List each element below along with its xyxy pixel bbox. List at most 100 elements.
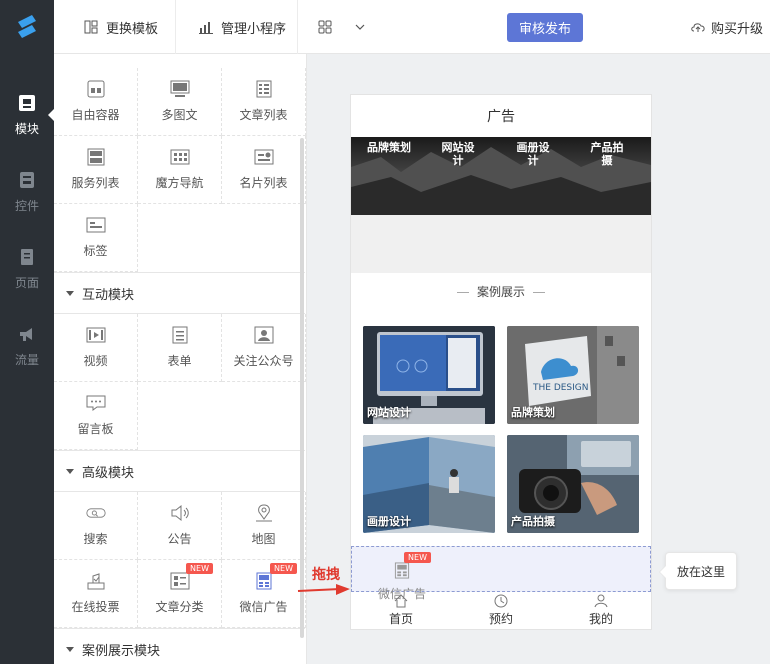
module-article-category[interactable]: NEW 文章分类 [138, 560, 222, 628]
app-logo-icon [18, 15, 36, 38]
tab-home[interactable]: 首页 [351, 592, 451, 629]
drag-hint-label: 拖拽 [312, 567, 340, 583]
module-label: 关注公众号 [233, 354, 294, 368]
new-badge: NEW [404, 552, 431, 563]
home-icon [394, 594, 408, 608]
rail-item-page[interactable]: 页面 [0, 234, 54, 304]
panel-scrollbar[interactable] [300, 138, 304, 638]
phone-title: 广告 [487, 109, 515, 125]
change-template-button[interactable]: 更换模板 [84, 0, 158, 54]
module-label: 文章列表 [239, 108, 288, 122]
module-label: 留言板 [77, 422, 114, 436]
rail-label: 控件 [14, 198, 39, 213]
top-toolbar: 更换模板 管理小程序 审核发布 购买升级 [54, 0, 770, 54]
case-caption: 网站设计 [367, 406, 411, 419]
card-list-icon [254, 149, 273, 165]
phone-tabbar: 首页 预约 我的 [351, 592, 651, 629]
rail-label: 页面 [14, 275, 39, 290]
module-online-vote[interactable]: 在线投票 [54, 560, 138, 628]
manage-miniprogram-label: 管理小程序 [221, 21, 287, 37]
module-icon [19, 94, 35, 111]
wechat-ad-icon [394, 562, 410, 579]
tooltip-text: 放在这里 [676, 564, 725, 579]
module-label: 自由容器 [71, 108, 120, 122]
module-map[interactable]: 地图 [222, 492, 306, 560]
section-advanced-header[interactable]: 高级模块 [54, 450, 305, 492]
banner-tab-text: 产品拍摄 [590, 141, 624, 167]
module-label: 表单 [167, 354, 192, 368]
module-row: 服务列表 魔方导航 名片列表 [54, 136, 306, 204]
module-free-container[interactable]: 自由容器 [54, 68, 138, 136]
module-card-list[interactable]: 名片列表 [222, 136, 306, 204]
toolbar-divider [175, 0, 176, 54]
module-row: 标签 [54, 204, 305, 272]
section-title: 互动模块 [82, 287, 135, 303]
banner-tab[interactable]: 网站设计 [428, 141, 488, 167]
form-icon [172, 326, 187, 344]
module-label: 标签 [83, 244, 108, 258]
article-category-icon [170, 572, 189, 590]
grid-nav-icon [170, 149, 189, 165]
empty-area [351, 215, 651, 273]
manage-miniprogram-button[interactable]: 管理小程序 [199, 0, 286, 54]
module-wechat-ad[interactable]: NEW 微信广告 [222, 560, 306, 628]
module-form[interactable]: 表单 [138, 314, 222, 382]
module-announcement[interactable]: 公告 [138, 492, 222, 560]
apps-grid-icon [318, 20, 332, 34]
upgrade-button[interactable]: 购买升级 [690, 0, 763, 54]
module-grid-nav[interactable]: 魔方导航 [138, 136, 222, 204]
module-article-list[interactable]: 文章列表 [222, 68, 306, 136]
new-badge: NEW [186, 563, 213, 574]
rail-item-traffic[interactable]: 流量 [0, 311, 54, 381]
tab-mine[interactable]: 我的 [551, 592, 651, 629]
new-badge: NEW [270, 563, 297, 574]
module-label: 服务列表 [71, 176, 120, 190]
banner-tab[interactable]: 画册设计 [503, 141, 563, 167]
module-message-board[interactable]: 留言板 [54, 382, 138, 450]
page-icon [21, 248, 33, 265]
section-interactive-header[interactable]: 互动模块 [54, 272, 305, 314]
caret-down-icon [66, 646, 74, 652]
module-video[interactable]: 视频 [54, 314, 138, 382]
speaker-icon [171, 504, 189, 522]
module-tag[interactable]: 标签 [54, 204, 138, 272]
banner-tab-text: 网站设计 [441, 141, 475, 167]
toolbar-divider [297, 0, 298, 54]
publish-button[interactable]: 审核发布 [507, 13, 583, 42]
tag-icon [86, 217, 105, 233]
module-label: 微信广告 [239, 600, 288, 614]
section-case-header[interactable]: 案例展示模块 [54, 628, 305, 664]
module-follow-official[interactable]: 关注公众号 [222, 314, 306, 382]
case-card-photo[interactable]: 产品拍摄 [507, 435, 639, 533]
section-title: 案例展示模块 [82, 643, 161, 659]
rail-label: 模块 [14, 121, 39, 136]
chevron-down-icon [355, 24, 365, 30]
case-caption: 品牌策划 [511, 406, 555, 419]
article-list-icon [256, 80, 271, 98]
rail-item-widget[interactable]: 控件 [0, 157, 54, 227]
module-service-list[interactable]: 服务列表 [54, 136, 138, 204]
ad-banner[interactable]: 品牌策划 网站设计 画册设计 产品拍摄 [351, 137, 651, 215]
drag-arrow-icon [297, 584, 350, 595]
svg-text:THE DESIGN: THE DESIGN [532, 383, 589, 393]
case-heading-text: 案例展示 [476, 285, 525, 299]
module-label: 魔方导航 [155, 176, 204, 190]
banner-tab[interactable]: 品牌策划 [361, 141, 417, 154]
search-icon [85, 508, 106, 518]
case-card-brand[interactable]: THE DESIGN 品牌策划 [507, 326, 639, 424]
module-row: 在线投票 NEW 文章分类 NEW 微信广告 [54, 560, 306, 628]
template-icon [84, 20, 98, 34]
case-card-web[interactable]: 网站设计 [363, 326, 495, 424]
tab-booking[interactable]: 预约 [451, 592, 551, 629]
caret-down-icon [66, 290, 74, 296]
rail-item-module[interactable]: 模块 [0, 80, 54, 150]
case-card-brochure[interactable]: 画册设计 [363, 435, 495, 533]
multi-image-icon [170, 80, 189, 97]
banner-tab[interactable]: 产品拍摄 [577, 141, 637, 167]
vote-icon [87, 573, 104, 590]
module-multi-image[interactable]: 多图文 [138, 68, 222, 136]
drop-here-tooltip: 放在这里 [659, 552, 737, 590]
apps-grid-button[interactable] [318, 0, 374, 54]
module-label: 公告 [167, 532, 192, 546]
module-search[interactable]: 搜索 [54, 492, 138, 560]
